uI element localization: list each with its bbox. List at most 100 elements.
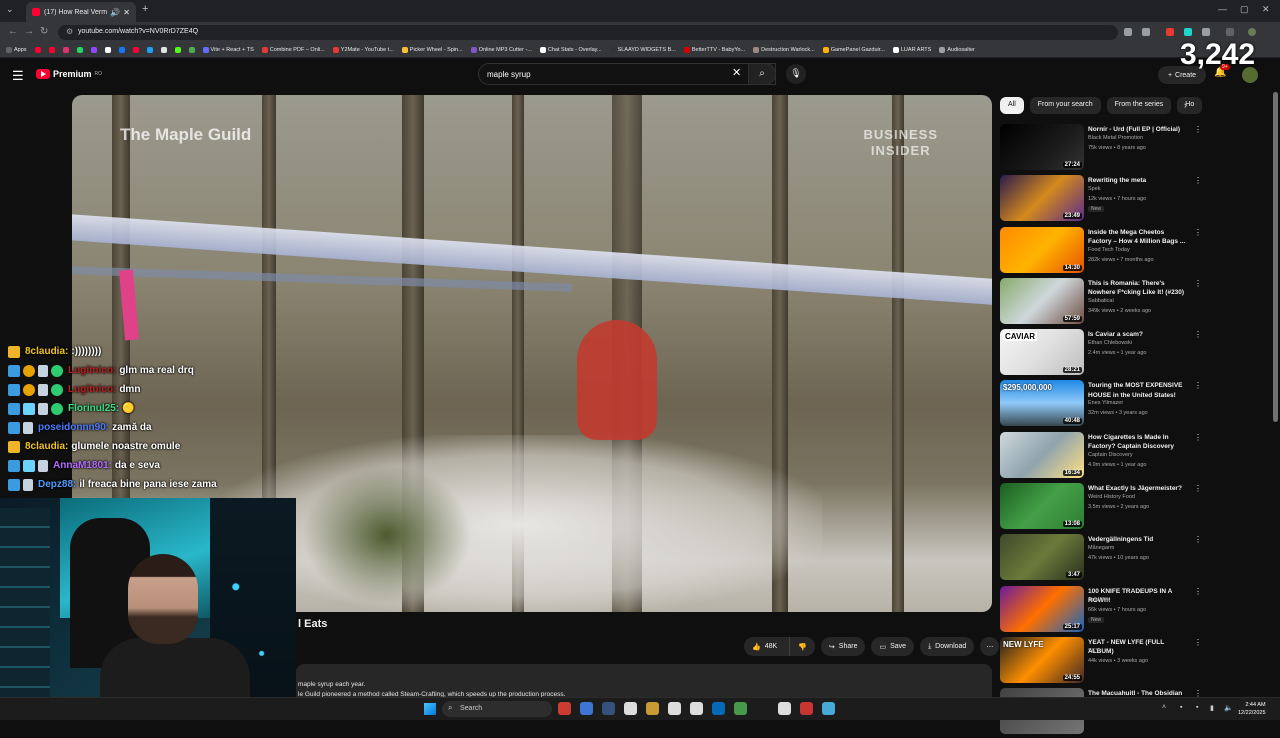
like-button[interactable]: 👍 48K bbox=[744, 637, 786, 656]
recommended-video[interactable]: 57:59 This is Romania: There's Nowhere F*… bbox=[1000, 276, 1272, 327]
video-thumbnail[interactable]: 16:34 bbox=[1000, 431, 1084, 478]
back-icon[interactable]: ← bbox=[8, 26, 18, 37]
forward-icon[interactable]: → bbox=[24, 26, 34, 37]
filter-chip[interactable]: From the series bbox=[1106, 97, 1172, 114]
taskbar-app-icon[interactable] bbox=[822, 702, 835, 715]
share-button[interactable]: ↪ Share bbox=[820, 637, 866, 656]
taskbar-app-icon[interactable] bbox=[690, 702, 703, 715]
channel-name[interactable]: Enes Yilmazer bbox=[1088, 400, 1123, 406]
clear-search-icon[interactable]: ✕ bbox=[732, 66, 741, 79]
profile-avatar[interactable] bbox=[1248, 28, 1256, 36]
filter-chip[interactable]: All bbox=[1000, 97, 1024, 114]
channel-name[interactable]: Ethan Chlebowski bbox=[1088, 340, 1132, 346]
recommended-title[interactable]: Inside the Mega Cheetos Factory – How 4 … bbox=[1088, 228, 1188, 247]
recommended-video[interactable]: 16:34 How Cigarettes Is Made In Factory? … bbox=[1000, 430, 1272, 481]
taskbar-search[interactable]: ⌕ Search bbox=[442, 701, 552, 717]
taskbar-app-icon[interactable] bbox=[800, 702, 813, 715]
youtube-logo[interactable]: Premium RO bbox=[36, 69, 102, 79]
channel-name[interactable]: Spek bbox=[1088, 186, 1101, 192]
star-icon[interactable] bbox=[1142, 28, 1150, 36]
channel-name[interactable]: SKY bbox=[1088, 648, 1099, 654]
taskbar-app-icon[interactable] bbox=[624, 702, 637, 715]
site-info-icon[interactable]: ⚙ bbox=[66, 27, 73, 36]
recommended-title[interactable]: Vedergällningens Tid bbox=[1088, 535, 1188, 545]
more-options-icon[interactable]: ⋮ bbox=[1194, 228, 1202, 237]
more-options-icon[interactable]: ⋮ bbox=[1194, 381, 1202, 390]
bookmark-item[interactable] bbox=[76, 46, 83, 53]
video-thumbnail[interactable]: 3:47 bbox=[1000, 534, 1084, 581]
volume-icon[interactable]: 🔈 bbox=[1224, 704, 1233, 712]
bookmark-item[interactable] bbox=[48, 46, 55, 53]
channel-name[interactable]: Weird History Food bbox=[1088, 494, 1135, 500]
recommended-video[interactable]: NEW LYFE 24:55 YEAT - NEW LYFE (FULL ALBUM… bbox=[1000, 635, 1272, 686]
voice-search-button[interactable]: 🎙 bbox=[786, 64, 806, 84]
bookmark-item[interactable] bbox=[34, 46, 41, 53]
channel-name[interactable]: Captain Discovery bbox=[1088, 452, 1133, 458]
bookmark-item[interactable]: Online MP3 Cutter -... bbox=[470, 46, 532, 53]
bookmark-item[interactable]: SLAAYD WIDGETS B... bbox=[609, 46, 676, 53]
bookmark-item[interactable]: Combine PDF – Onli... bbox=[261, 46, 325, 53]
taskbar-app-icon[interactable] bbox=[602, 702, 615, 715]
recommended-video[interactable]: $295,000,000 40:48 Touring the MOST EXPENS… bbox=[1000, 378, 1272, 429]
bookmark-item[interactable] bbox=[132, 46, 139, 53]
video-thumbnail[interactable]: 27:24 bbox=[1000, 124, 1084, 170]
taskbar-app-icon[interactable] bbox=[558, 702, 571, 715]
tray-app-icon[interactable]: ▪ bbox=[1180, 704, 1182, 711]
more-options-icon[interactable]: ⋮ bbox=[1194, 125, 1202, 134]
filter-chip[interactable]: From your search bbox=[1029, 97, 1101, 114]
recommended-video[interactable]: CAVIAR 28:21 Is Caviar a scam? Ethan Chlebo… bbox=[1000, 327, 1272, 378]
recommended-video[interactable]: 14:30 Inside the Mega Cheetos Factory – H… bbox=[1000, 225, 1272, 276]
recommended-video[interactable]: 23:49 Rewriting the meta Spek 12k views • 7… bbox=[1000, 173, 1272, 224]
recommended-title[interactable]: What Exactly Is Jägermeister? bbox=[1088, 484, 1188, 494]
recommended-title[interactable]: How Cigarettes Is Made In Factory? Capta… bbox=[1088, 433, 1188, 452]
close-tab-icon[interactable]: ✕ bbox=[123, 8, 130, 17]
save-button[interactable]: ▭ Save bbox=[871, 637, 915, 656]
bookmark-item[interactable]: LUAR ARTS bbox=[892, 46, 931, 53]
more-options-icon[interactable]: ⋮ bbox=[1194, 176, 1202, 185]
video-thumbnail[interactable]: NEW LYFE 24:55 bbox=[1000, 636, 1084, 683]
taskbar-app-icon[interactable] bbox=[734, 702, 747, 715]
video-thumbnail[interactable]: 57:59 bbox=[1000, 277, 1084, 324]
tray-chevron-icon[interactable]: ˄ bbox=[1162, 704, 1166, 711]
dislike-button[interactable]: 👎 bbox=[789, 637, 815, 656]
tray-app-icon[interactable]: ▪ bbox=[1196, 704, 1198, 711]
bookmark-item[interactable]: Apps bbox=[6, 46, 27, 53]
video-thumbnail[interactable]: $295,000,000 40:48 bbox=[1000, 380, 1084, 427]
extension-icon[interactable] bbox=[1166, 28, 1174, 36]
recommended-title[interactable]: Rewriting the meta bbox=[1088, 176, 1188, 186]
more-options-icon[interactable]: ⋮ bbox=[1194, 433, 1202, 442]
network-icon[interactable]: ▮ bbox=[1210, 704, 1214, 712]
more-options-icon[interactable]: ⋮ bbox=[1194, 484, 1202, 493]
bookmark-item[interactable] bbox=[90, 46, 97, 53]
browser-tab[interactable]: (17) How Real Vermont Ma 🔊 ✕ bbox=[26, 2, 136, 22]
bookmark-item[interactable]: Vite + React + TS bbox=[202, 46, 254, 53]
system-clock[interactable]: 2:44 AM 12/22/2025 bbox=[1238, 701, 1266, 717]
video-thumbnail[interactable]: 25:17 bbox=[1000, 585, 1084, 632]
more-options-icon[interactable]: ⋮ bbox=[1194, 330, 1202, 339]
recommended-title[interactable]: YEAT - NEW LYFE (FULL ALBUM) bbox=[1088, 638, 1188, 657]
channel-name[interactable]: Månegarm bbox=[1088, 545, 1114, 551]
recommended-video[interactable]: 13:08 What Exactly Is Jägermeister? Weird … bbox=[1000, 481, 1272, 532]
channel-name[interactable]: Sabbatical bbox=[1088, 298, 1114, 304]
page-scrollbar[interactable] bbox=[1273, 92, 1278, 422]
bookmark-item[interactable] bbox=[160, 46, 167, 53]
chips-next-chevron-icon[interactable]: › bbox=[1184, 100, 1187, 110]
bookmark-item[interactable] bbox=[104, 46, 111, 53]
sidebar-icon[interactable] bbox=[1226, 28, 1234, 36]
bookmark-item[interactable]: Y2Mate - YouTube t... bbox=[332, 46, 394, 53]
menu-icon[interactable]: ☰ bbox=[12, 68, 24, 84]
bookmark-item[interactable] bbox=[174, 46, 181, 53]
recommended-title[interactable]: This is Romania: There's Nowhere F*cking… bbox=[1088, 279, 1188, 298]
bookmark-item[interactable]: Destruction Warlock... bbox=[753, 46, 815, 53]
taskbar-app-icon[interactable] bbox=[756, 702, 769, 715]
channel-name[interactable]: Food Tech Today bbox=[1088, 247, 1130, 253]
video-thumbnail[interactable]: CAVIAR 28:21 bbox=[1000, 329, 1084, 376]
bookmark-item[interactable] bbox=[118, 46, 125, 53]
extension-icon[interactable] bbox=[1184, 28, 1192, 36]
video-thumbnail[interactable]: 14:30 bbox=[1000, 226, 1084, 273]
bookmark-item[interactable]: Audiosalter bbox=[939, 46, 975, 53]
bookmark-item[interactable]: BetterTTV - BabyYo... bbox=[683, 46, 745, 53]
more-options-icon[interactable]: ⋮ bbox=[1194, 587, 1202, 596]
taskbar-app-icon[interactable] bbox=[778, 702, 791, 715]
tab-search-chevron-icon[interactable]: ⌄ bbox=[6, 4, 14, 15]
